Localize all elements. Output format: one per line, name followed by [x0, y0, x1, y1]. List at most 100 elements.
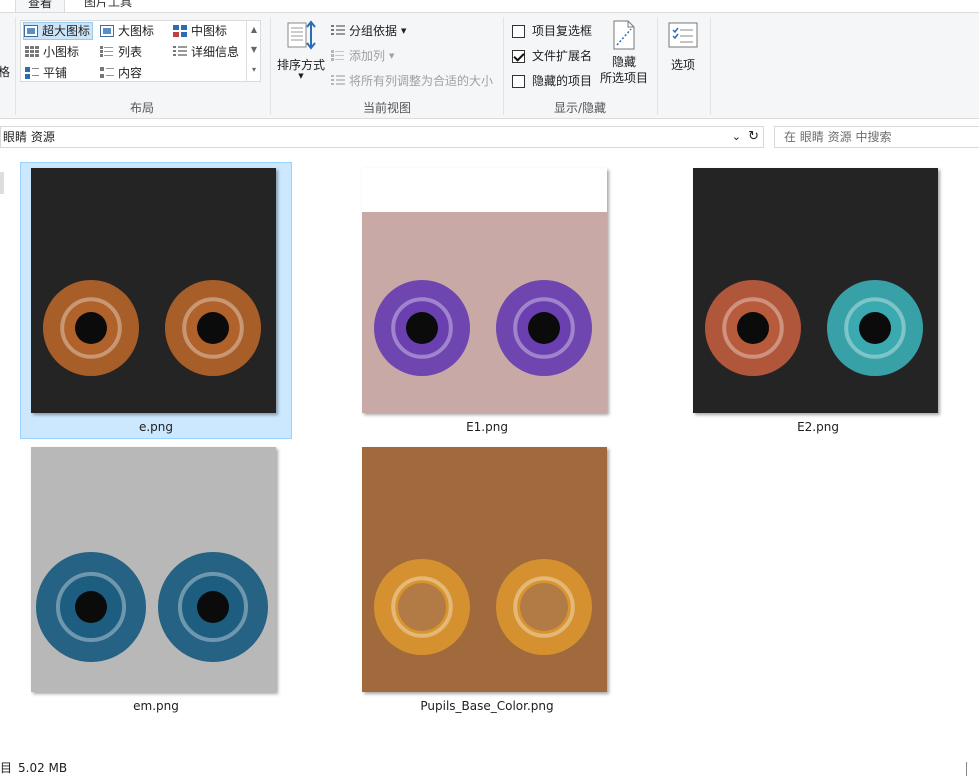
file-thumbnail	[693, 168, 938, 413]
size-columns-icon	[331, 75, 345, 87]
sort-by-button[interactable]: 排序方式 ▼	[276, 17, 326, 83]
layout-item-label: 列表	[118, 45, 143, 59]
small-icons-icon	[25, 46, 39, 58]
list-icon	[100, 46, 114, 58]
chevron-down-icon: ▼	[298, 72, 304, 80]
layout-item-label: 平铺	[43, 66, 68, 80]
eye-texture-image	[693, 168, 938, 413]
file-item[interactable]: em.png	[20, 441, 292, 719]
status-bar: 目 5.02 MB	[0, 760, 979, 781]
scroll-up-icon[interactable]: ▲	[247, 20, 261, 40]
layout-content[interactable]: 内容	[100, 63, 142, 83]
add-columns-button[interactable]: 添加列 ▼	[331, 46, 394, 66]
details-icon	[173, 46, 187, 58]
layout-details[interactable]: 详细信息	[173, 42, 239, 62]
checkbox[interactable]	[512, 74, 525, 88]
view-toggle-icon[interactable]	[966, 762, 979, 776]
file-thumbnail	[31, 447, 276, 692]
refresh-icon[interactable]: ↻	[748, 127, 759, 147]
scroll-down-icon[interactable]: ▼	[247, 40, 261, 60]
group-divider	[270, 17, 271, 115]
file-extensions-toggle[interactable]: 文件扩展名	[512, 46, 592, 66]
ribbon: 格 超大图标 大图标 中图标 小图标 列表 详细信息 平铺 内容 ▲ ▼ ▾ 布…	[0, 12, 979, 119]
layout-extra-large-icons[interactable]: 超大图标	[23, 22, 94, 40]
group-divider	[710, 17, 711, 115]
tiles-icon	[25, 67, 39, 79]
layout-item-label: 超大图标	[42, 24, 91, 38]
layout-tiles[interactable]: 平铺	[25, 63, 67, 83]
group-divider	[503, 17, 504, 115]
chevron-down-icon[interactable]: ⌄	[732, 127, 741, 147]
hide-selected-label: 隐藏	[611, 55, 636, 69]
file-name: em.png	[133, 699, 179, 713]
group-by-button[interactable]: 分组依据 ▼	[331, 21, 406, 41]
size-columns-button[interactable]: 将所有列调整为合适的大小	[331, 71, 493, 91]
layout-list[interactable]: 列表	[100, 42, 142, 62]
hidden-items-label: 隐藏的项目	[532, 74, 593, 88]
options-icon	[668, 22, 698, 48]
file-list-view: e.png E1.png E2.png em.png Pupils_Base_Color…	[0, 150, 979, 760]
breadcrumb[interactable]: 眼睛 资源	[3, 130, 55, 144]
search-input[interactable]: 在 眼睛 资源 中搜索	[774, 126, 979, 148]
group-label-layout: 布局	[129, 101, 154, 115]
group-label-show-hide: 显示/隐藏	[553, 101, 607, 115]
item-checkboxes-toggle[interactable]: 项目复选框	[512, 21, 592, 41]
size-columns-label: 将所有列调整为合适的大小	[349, 74, 494, 88]
large-icons-icon	[100, 25, 114, 37]
options-label: 选项	[670, 58, 695, 72]
file-item[interactable]: e.png	[20, 162, 292, 440]
item-checkboxes-label: 项目复选框	[532, 24, 593, 38]
add-columns-label: 添加列	[349, 49, 386, 63]
eye-texture-image	[362, 168, 607, 413]
group-divider	[15, 17, 16, 115]
chevron-down-icon: ▼	[389, 52, 395, 60]
cut-off-ribbon-item[interactable]: 格	[0, 62, 10, 82]
layout-small-icons[interactable]: 小图标	[25, 42, 79, 62]
hide-selected-icon	[613, 20, 635, 50]
file-name: E2.png	[797, 420, 839, 434]
layout-medium-icons[interactable]: 中图标	[173, 21, 227, 41]
nav-pane-edge[interactable]	[0, 172, 4, 194]
eye-texture-image	[31, 168, 276, 413]
cut-off-label: 格	[0, 65, 11, 79]
sort-by-label: 排序方式	[276, 58, 325, 72]
status-cut-label: 目	[0, 761, 13, 775]
tab-picture-tools[interactable]: 图片工具	[72, 0, 144, 12]
expand-gallery-icon[interactable]: ▾	[247, 60, 261, 80]
layout-item-label: 中图标	[191, 24, 228, 38]
sort-icon	[287, 20, 316, 50]
ribbon-tabs: 查看 图片工具	[0, 0, 979, 12]
checkbox[interactable]	[512, 24, 525, 38]
status-size: 5.02 MB	[18, 761, 68, 775]
options-button[interactable]: 选项	[662, 21, 704, 81]
layout-item-label: 小图标	[43, 45, 80, 59]
tab-view[interactable]: 查看	[15, 0, 66, 12]
group-by-icon	[331, 25, 345, 37]
layout-scroll: ▲ ▼ ▾	[246, 20, 261, 82]
hide-selected-button[interactable]: 隐藏 所选项目	[598, 19, 650, 91]
address-bar[interactable]: 眼睛 资源 ⌄ ↻	[0, 126, 764, 148]
file-thumbnail	[362, 168, 607, 413]
layout-large-icons[interactable]: 大图标	[100, 21, 154, 41]
content-icon	[100, 67, 114, 79]
layout-item-label: 大图标	[118, 24, 155, 38]
file-item[interactable]: Pupils_Base_Color.png	[351, 441, 623, 719]
hide-selected-label-2: 所选项目	[599, 71, 648, 85]
chevron-down-icon: ▼	[401, 27, 407, 35]
hidden-items-toggle[interactable]: 隐藏的项目	[512, 71, 592, 91]
extra-large-icons-icon	[24, 25, 38, 37]
file-thumbnail	[362, 447, 607, 692]
eye-texture-image	[31, 447, 276, 692]
layout-item-label: 内容	[118, 66, 143, 80]
file-name: Pupils_Base_Color.png	[420, 699, 554, 713]
medium-icons-icon	[173, 25, 187, 37]
checkbox[interactable]	[512, 49, 525, 63]
file-item[interactable]: E1.png	[351, 162, 623, 440]
file-name: e.png	[138, 420, 174, 434]
address-bar-row: 眼睛 资源 ⌄ ↻ 在 眼睛 资源 中搜索	[0, 126, 979, 150]
group-divider	[657, 17, 658, 115]
layout-item-label: 详细信息	[191, 45, 240, 59]
file-thumbnail	[31, 168, 276, 413]
file-item[interactable]: E2.png	[682, 162, 954, 440]
file-name: E1.png	[466, 420, 508, 434]
